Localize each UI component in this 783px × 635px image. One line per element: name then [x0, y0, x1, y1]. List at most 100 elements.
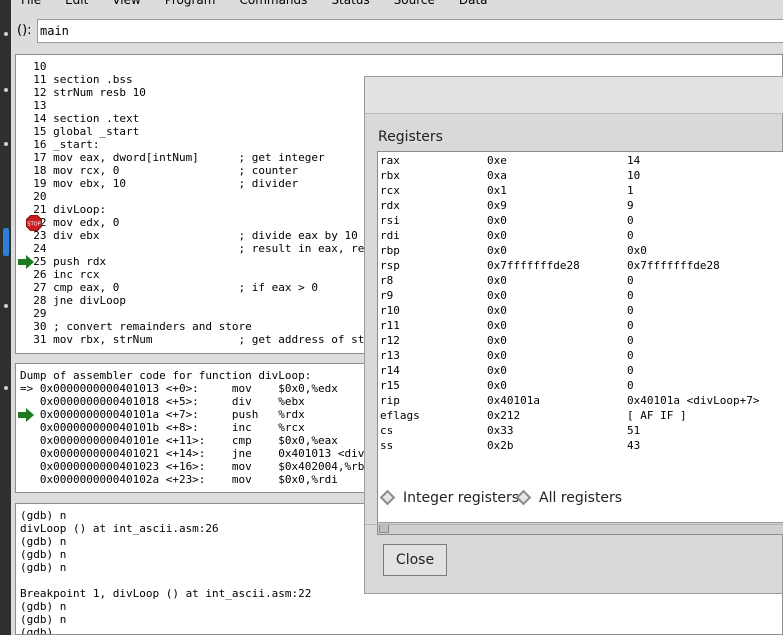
- register-row[interactable]: r9 0x0 0: [380, 288, 783, 303]
- register-name: r8: [380, 274, 394, 287]
- register-hex: 0x0: [487, 274, 507, 287]
- register-row[interactable]: ss 0x2b 43: [380, 438, 783, 453]
- dock-indicator: [4, 386, 8, 390]
- register-name: rdx: [380, 199, 400, 212]
- launcher-dock: [0, 0, 11, 635]
- register-row[interactable]: rbx 0xa 10: [380, 168, 783, 183]
- register-hex: 0x0: [487, 214, 507, 227]
- register-hex: 0x0: [487, 244, 507, 257]
- register-value: 0: [627, 289, 634, 302]
- register-hex: 0x0: [487, 379, 507, 392]
- register-value: [ AF IF ]: [627, 409, 687, 422]
- registers-dialog: Registers ss 0x2b 43 cs 0x33 51 eflags 0x212 [ A…: [364, 76, 783, 594]
- code-line: Dump of assembler code for function divL…: [20, 369, 312, 382]
- argument-input[interactable]: main: [37, 19, 783, 43]
- execution-arrow-icon: [18, 255, 34, 269]
- close-button[interactable]: Close: [383, 544, 447, 576]
- code-line: 0x0000000000401021 <+14>: jne 0x401013 <…: [20, 447, 398, 460]
- register-row[interactable]: eflags 0x212 [ AF IF ]: [380, 408, 783, 423]
- register-hex: 0x212: [487, 409, 521, 422]
- all-registers-radio[interactable]: All registers: [515, 483, 625, 513]
- register-name: rcx: [380, 184, 400, 197]
- register-value: 10: [627, 169, 641, 182]
- breakpoint-stop-icon[interactable]: STOP: [26, 215, 42, 231]
- register-row[interactable]: r15 0x0 0: [380, 378, 783, 393]
- svg-text:STOP: STOP: [27, 222, 40, 228]
- register-name: rsp: [380, 259, 400, 272]
- registers-title: Registers: [378, 129, 443, 145]
- register-row[interactable]: rip 0x40101a 0x40101a <divLoop+7>: [380, 393, 783, 408]
- code-line: (gdb) n: [20, 535, 67, 548]
- dock-indicator: [4, 142, 8, 146]
- register-row[interactable]: r12 0x0 0: [380, 333, 783, 348]
- register-value: 0: [627, 334, 634, 347]
- register-row[interactable]: rdx 0x9 9: [380, 198, 783, 213]
- code-line: (gdb): [20, 626, 60, 635]
- code-line: (gdb) n: [20, 561, 67, 574]
- register-name: r15: [380, 379, 400, 392]
- integer-registers-radio[interactable]: Integer registers: [379, 483, 519, 513]
- dock-active-app[interactable]: [3, 228, 9, 256]
- register-value: 1: [627, 184, 634, 197]
- dock-indicator: [4, 88, 8, 92]
- register-value: 0x0: [627, 244, 647, 257]
- register-name: r10: [380, 304, 400, 317]
- register-name: rsi: [380, 214, 400, 227]
- register-value: 0: [627, 214, 634, 227]
- radio-diamond-icon: [515, 489, 532, 506]
- dock-indicator: [4, 32, 8, 36]
- argument-label: ():: [17, 23, 32, 38]
- argument-bar: (): main: [11, 16, 783, 48]
- register-value: 51: [627, 424, 641, 437]
- code-line: (gdb) n: [20, 509, 67, 522]
- code-line: 0x000000000040102a <+23>: mov $0x0,%rdi: [20, 473, 338, 486]
- register-row[interactable]: rax 0xe 14: [380, 153, 783, 168]
- code-line: => 0x0000000000401013 <+0>: mov $0x0,%ed…: [20, 382, 338, 395]
- register-value: 14: [627, 154, 641, 167]
- register-row[interactable]: r8 0x0 0: [380, 273, 783, 288]
- register-value: 9: [627, 199, 634, 212]
- register-value: 0: [627, 304, 634, 317]
- code-line: 10: [20, 60, 47, 73]
- code-line: 0x0000000000401018 <+5>: div %ebx: [20, 395, 305, 408]
- register-value: 0: [627, 319, 634, 332]
- integer-registers-label: Integer registers: [403, 490, 520, 506]
- register-row[interactable]: rsp 0x7fffffffde28 0x7fffffffde28: [380, 258, 783, 273]
- register-value: 0: [627, 364, 634, 377]
- register-row[interactable]: r10 0x0 0: [380, 303, 783, 318]
- register-row[interactable]: rcx 0x1 1: [380, 183, 783, 198]
- assembler-dump: Dump of assembler code for function divL…: [20, 369, 398, 486]
- register-row[interactable]: rsi 0x0 0: [380, 213, 783, 228]
- menu-bar: File Edit View Program Commands Status Source D…: [11, 0, 783, 10]
- register-hex: 0x9: [487, 199, 507, 212]
- execution-arrow-icon: [18, 408, 34, 422]
- register-name: r12: [380, 334, 400, 347]
- register-row[interactable]: rdi 0x0 0: [380, 228, 783, 243]
- code-line: 0x000000000040101b <+8>: inc %rcx: [20, 421, 305, 434]
- register-hex: 0x2b: [487, 439, 514, 452]
- dialog-separator: [365, 524, 783, 525]
- register-row[interactable]: rbp 0x0 0x0: [380, 243, 783, 258]
- register-row[interactable]: r14 0x0 0: [380, 363, 783, 378]
- register-row[interactable]: cs 0x33 51: [380, 423, 783, 438]
- register-name: cs: [380, 424, 394, 437]
- register-name: r13: [380, 349, 400, 362]
- scroll-left-icon[interactable]: [379, 524, 389, 533]
- register-hex: 0x33: [487, 424, 514, 437]
- register-hex: 0x0: [487, 364, 507, 377]
- register-row[interactable]: r11 0x0 0: [380, 318, 783, 333]
- register-name: rbx: [380, 169, 400, 182]
- code-line: 0x000000000040101a <+7>: push %rdx: [20, 408, 305, 421]
- registers-list[interactable]: ss 0x2b 43 cs 0x33 51 eflags 0x212 [ AF IF ] rip 0…: [377, 151, 783, 535]
- code-line: 0x0000000000401023 <+16>: mov $0x402004,…: [20, 460, 371, 473]
- register-name: rbp: [380, 244, 400, 257]
- register-hex: 0xe: [487, 154, 507, 167]
- console-output: (gdb) n divLoop () at int_ascii.asm:26 (gd…: [20, 509, 311, 635]
- register-value: 0: [627, 229, 634, 242]
- register-hex: 0x0: [487, 304, 507, 317]
- register-hex: 0x40101a: [487, 394, 540, 407]
- register-name: eflags: [380, 409, 420, 422]
- dialog-titlebar[interactable]: [365, 77, 783, 114]
- register-row[interactable]: r13 0x0 0: [380, 348, 783, 363]
